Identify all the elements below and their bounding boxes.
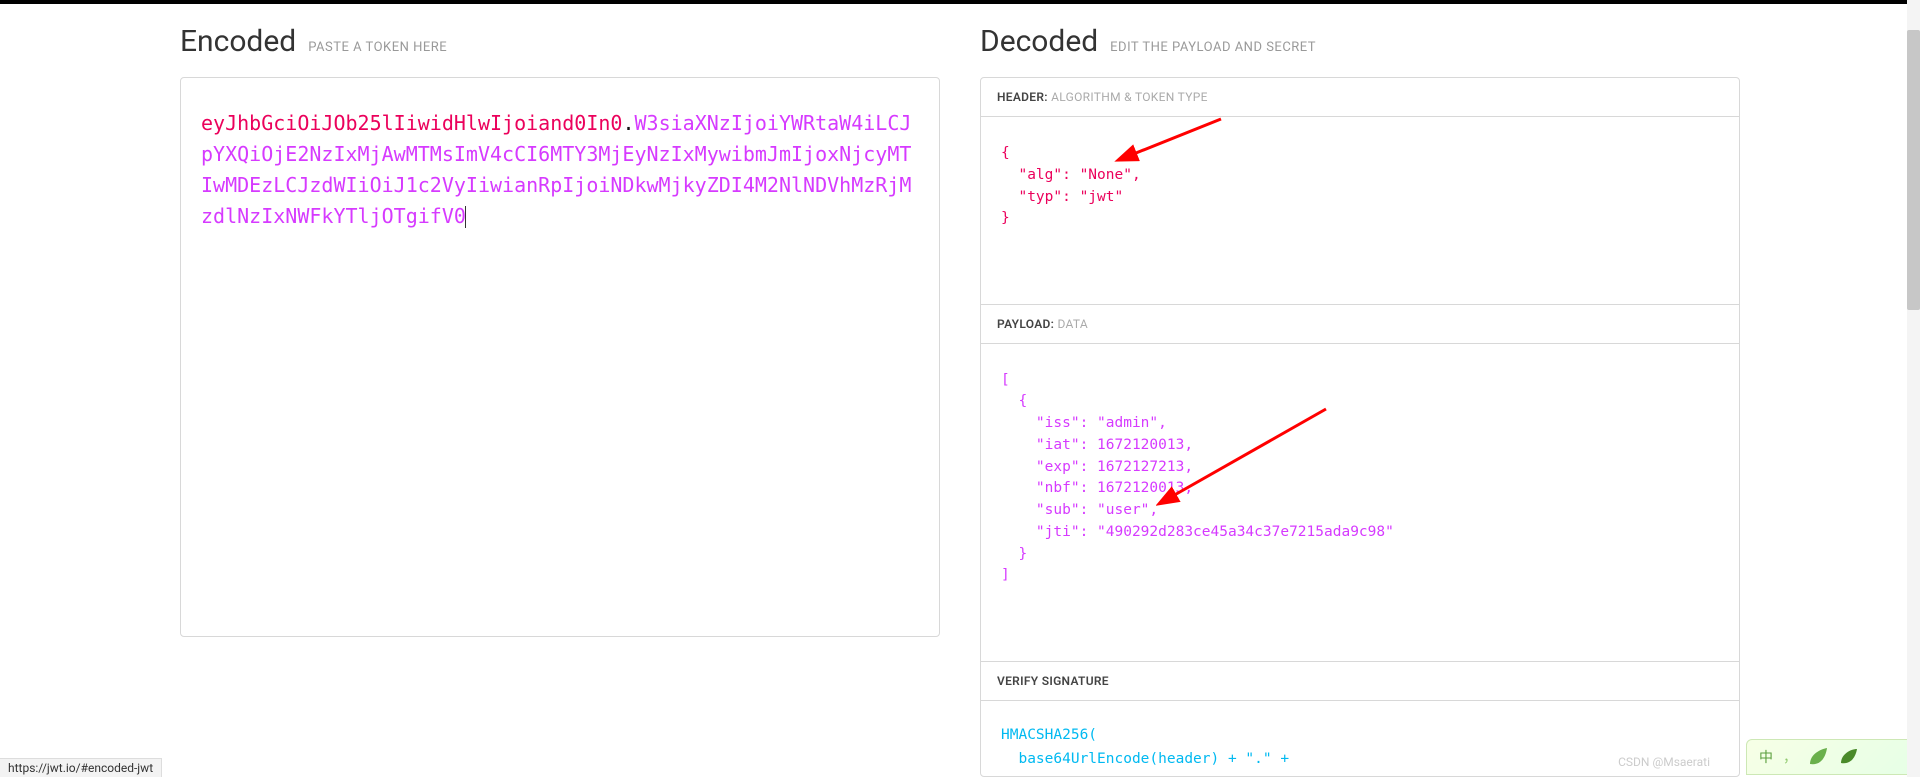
decoded-header: Decoded EDIT THE PAYLOAD AND SECRET (980, 24, 1740, 59)
browser-status-url: https://jwt.io/#encoded-jwt (0, 758, 162, 777)
jwt-dot: . (622, 111, 634, 135)
text-cursor (465, 206, 466, 228)
payload-section: PAYLOAD: DATA [ { "iss": "admin", "iat":… (981, 304, 1739, 661)
decoded-box: HEADER: ALGORITHM & TOKEN TYPE { "alg": … (980, 77, 1740, 777)
scrollbar[interactable] (1907, 0, 1920, 777)
encoded-title: Encoded (180, 24, 296, 59)
payload-section-bar: PAYLOAD: DATA (981, 305, 1739, 344)
signature-section-bar: VERIFY SIGNATURE (981, 662, 1739, 701)
signature-line1: HMACSHA256( (1001, 727, 1097, 743)
encoded-header: Encoded PASTE A TOKEN HERE (180, 24, 940, 59)
header-code-area[interactable]: { "alg": "None", "typ": "jwt" } (981, 117, 1739, 304)
ime-comma: ， (1783, 747, 1797, 767)
ime-char: 中 (1759, 747, 1773, 767)
jwt-header-part: eyJhbGciOiJOb25lIiwidHlwIjoiand0In0 (201, 111, 622, 135)
payload-label: PAYLOAD: (997, 317, 1054, 331)
leaf-icon (1807, 746, 1829, 768)
header-label: HEADER: (997, 90, 1048, 104)
annotation-arrow-icon (1111, 111, 1231, 171)
watermark-text: CSDN @Msaerati (1618, 755, 1710, 769)
encoded-column: Encoded PASTE A TOKEN HERE eyJhbGciOiJOb… (180, 24, 940, 777)
encoded-token-input[interactable]: eyJhbGciOiJOb25lIiwidHlwIjoiand0In0.W3si… (180, 77, 940, 637)
payload-code-area[interactable]: [ { "iss": "admin", "iat": 1672120013, "… (981, 344, 1739, 661)
decoded-column: Decoded EDIT THE PAYLOAD AND SECRET HEAD… (980, 24, 1740, 777)
signature-label: VERIFY SIGNATURE (997, 674, 1109, 688)
payload-json: [ { "iss": "admin", "iat": 1672120013, "… (1001, 372, 1394, 584)
header-sublabel: ALGORITHM & TOKEN TYPE (1051, 90, 1208, 104)
decoded-subtitle: EDIT THE PAYLOAD AND SECRET (1110, 40, 1316, 55)
payload-sublabel: DATA (1057, 317, 1088, 331)
ime-badge[interactable]: 中 ， (1746, 739, 1916, 775)
encoded-subtitle: PASTE A TOKEN HERE (308, 40, 447, 55)
decoded-title: Decoded (980, 24, 1098, 59)
header-json: { "alg": "None", "typ": "jwt" } (1001, 145, 1141, 226)
scrollbar-thumb[interactable] (1907, 30, 1920, 310)
signature-line2: base64UrlEncode(header) + "." + (1001, 751, 1289, 767)
header-section: HEADER: ALGORITHM & TOKEN TYPE { "alg": … (981, 78, 1739, 304)
header-section-bar: HEADER: ALGORITHM & TOKEN TYPE (981, 78, 1739, 117)
main-container: Encoded PASTE A TOKEN HERE eyJhbGciOiJOb… (0, 4, 1920, 777)
leaf-icon (1839, 747, 1859, 767)
